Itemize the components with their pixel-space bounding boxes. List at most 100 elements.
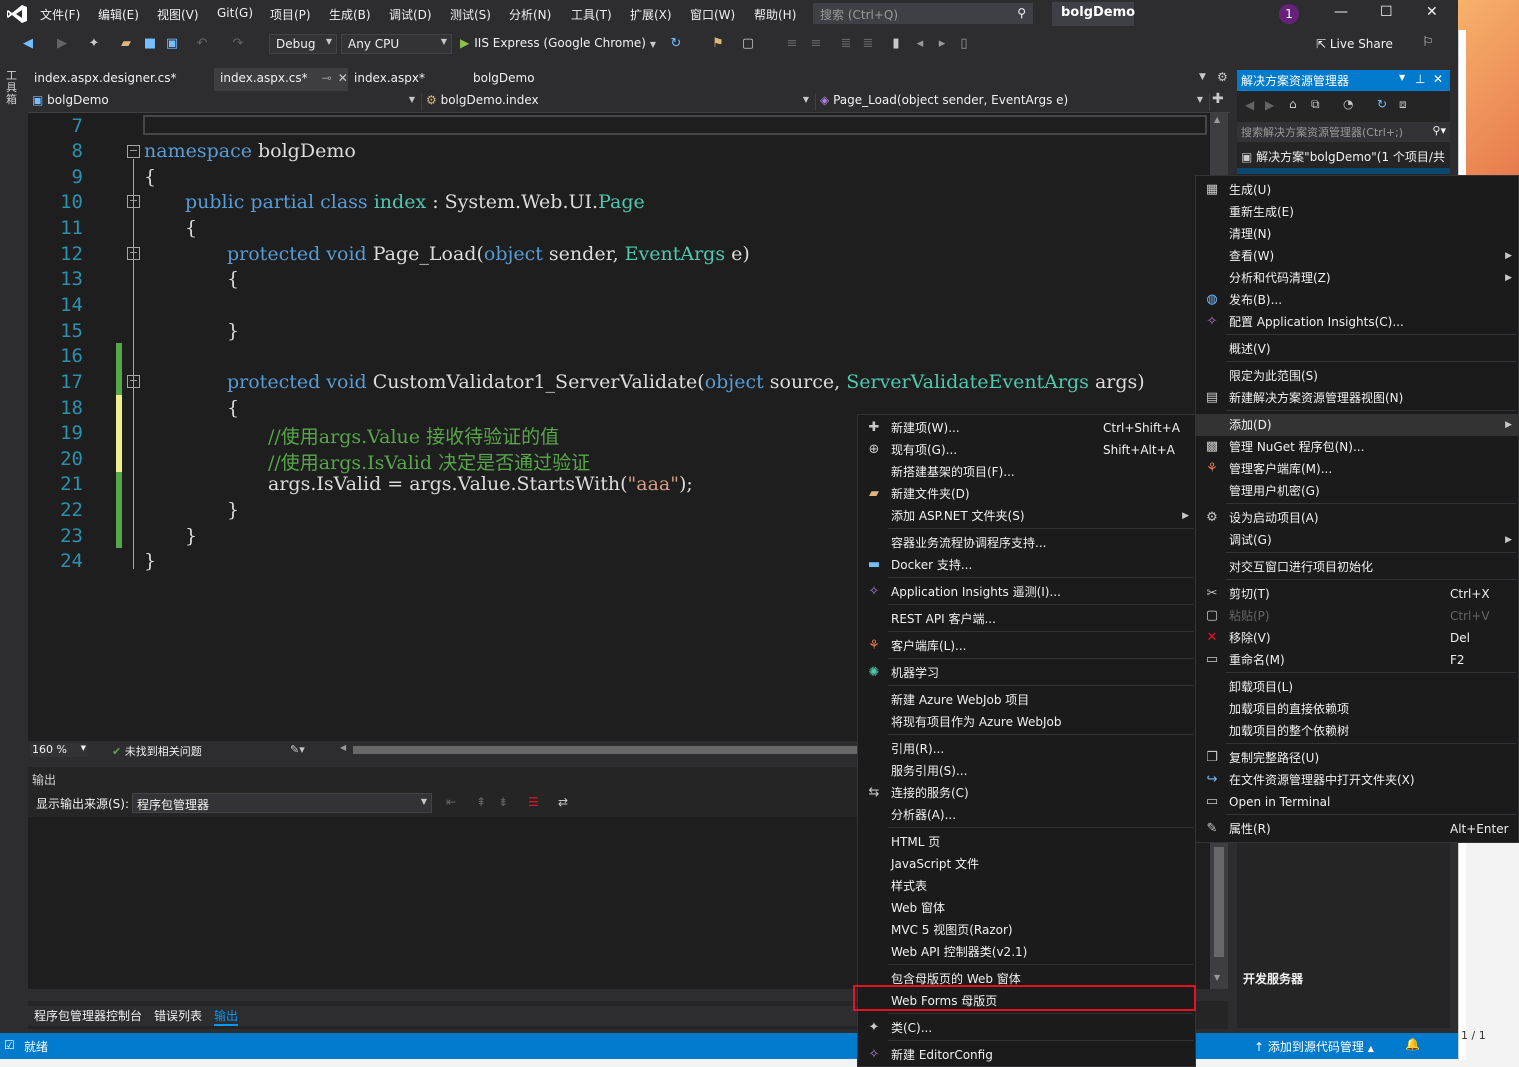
menu-item[interactable]: ▭ 重命名(M) F2	[1196, 649, 1518, 671]
fold-toggle[interactable]: −	[127, 145, 140, 158]
gear-icon[interactable]: ⚙	[1217, 70, 1228, 84]
menu-item[interactable]: 添加(D) ▶	[1196, 414, 1518, 436]
menu-help[interactable]: 帮助(H)	[754, 6, 796, 23]
menu-item[interactable]: Web API 控制器类(v2.1)	[858, 941, 1195, 963]
menu-item[interactable]: ⚘ 管理客户端库(M)...	[1196, 458, 1518, 480]
output-source-dropdown[interactable]: 程序包管理器 ▼	[132, 793, 432, 813]
menu-item[interactable]: ◍ 发布(B)...	[1196, 289, 1518, 311]
next-message-icon[interactable]: ⇟	[498, 795, 508, 809]
tab-package-manager-console[interactable]: 程序包管理器控制台	[34, 1007, 142, 1024]
menu-item[interactable]: 重新生成(E)	[1196, 201, 1518, 223]
menu-item[interactable]: REST API 客户端...	[858, 608, 1195, 630]
menu-item[interactable]: 管理用户机密(G)	[1196, 480, 1518, 502]
bookmark-icon[interactable]: ▮	[888, 36, 904, 52]
tab-aspx[interactable]: index.aspx*	[348, 68, 462, 91]
menu-item[interactable]: 容器业务流程协调程序支持...	[858, 532, 1195, 554]
minimize-icon[interactable]: —	[1334, 4, 1348, 20]
close-tab-icon[interactable]: ✕	[338, 71, 348, 85]
find-message-icon[interactable]: ⇤	[446, 795, 456, 809]
menu-item[interactable]: ▩ 管理 NuGet 程序包(N)...	[1196, 436, 1518, 458]
back-icon[interactable]: ◀	[1245, 98, 1254, 112]
menu-item[interactable]: 加载项目的直接依赖项	[1196, 698, 1518, 720]
menu-item[interactable]: ▰ 新建文件夹(D)	[858, 483, 1195, 505]
new-project-icon[interactable]: ✦	[86, 36, 102, 52]
menu-item[interactable]: ✧ 新建 EditorConfig	[858, 1044, 1195, 1066]
menu-item[interactable]: ▦ 生成(U)	[1196, 179, 1518, 201]
tab-designer[interactable]: index.aspx.designer.cs*	[28, 68, 214, 91]
back-icon[interactable]: ◀	[20, 36, 36, 52]
menu-tools[interactable]: 工具(T)	[571, 6, 612, 23]
menu-item[interactable]: 清理(N)	[1196, 223, 1518, 245]
feedback-icon[interactable]: ⚐	[1420, 35, 1436, 51]
prev-message-icon[interactable]: ⇞	[476, 795, 486, 809]
switch-view-icon[interactable]: ⧉	[1311, 97, 1320, 112]
open-icon[interactable]: ▰	[118, 36, 134, 52]
menu-item[interactable]: ▬ Docker 支持...	[858, 554, 1195, 576]
search-box[interactable]: 搜索 (Ctrl+Q) ⚲	[813, 3, 1033, 24]
menu-item[interactable]: ▭ Open in Terminal	[1196, 791, 1518, 813]
platform-combo[interactable]: Any CPU ▼	[341, 34, 452, 54]
menu-item[interactable]: HTML 页	[858, 831, 1195, 853]
menu-item[interactable]: ✧ Application Insights 遥测(I)...	[858, 581, 1195, 603]
menu-item[interactable]: ✂ 剪切(T) Ctrl+X	[1196, 583, 1518, 605]
outdent-icon[interactable]: ≣	[860, 36, 876, 52]
menu-item[interactable]: 添加 ASP.NET 文件夹(S) ▶	[858, 505, 1195, 527]
menu-item[interactable]: ✦ 类(C)...	[858, 1017, 1195, 1039]
redo-icon[interactable]: ↷	[230, 36, 246, 52]
menu-item[interactable]: ▤ 新建解决方案资源管理器视图(N)	[1196, 387, 1518, 409]
tab-output[interactable]: 输出	[214, 1007, 239, 1026]
menu-item[interactable]: ✚ 新建项(W)... Ctrl+Shift+A	[858, 417, 1195, 439]
menu-view[interactable]: 视图(V)	[157, 6, 199, 23]
solution-search-input[interactable]: 搜索解决方案资源管理器(Ctrl+;) ⚲▾	[1237, 122, 1450, 142]
scroll-up-icon[interactable]: ▲	[1214, 115, 1220, 124]
toolbox-strip[interactable]: 工具箱	[0, 64, 28, 1033]
menu-item[interactable]: Web 窗体	[858, 897, 1195, 919]
bookmark-clear-icon[interactable]: ▯	[956, 36, 972, 52]
menu-window[interactable]: 窗口(W)	[690, 6, 735, 23]
menu-item[interactable]: ⚘ 客户端库(L)...	[858, 635, 1195, 657]
pending-changes-icon[interactable]: ◔	[1343, 97, 1353, 111]
refresh-icon[interactable]: ↻	[668, 36, 684, 52]
menu-item[interactable]: MVC 5 视图页(Razor)	[858, 919, 1195, 941]
menu-file[interactable]: 文件(F)	[40, 6, 80, 23]
menu-item[interactable]: 将现有项目作为 Azure WebJob	[858, 711, 1195, 733]
menu-test[interactable]: 测试(S)	[450, 6, 491, 23]
menu-item[interactable]: 限定为此范围(S)	[1196, 365, 1518, 387]
menu-item[interactable]: 服务引用(S)...	[858, 760, 1195, 782]
align-icon[interactable]: ≡	[784, 36, 800, 52]
menu-item[interactable]: ✕ 移除(V) Del	[1196, 627, 1518, 649]
close-icon[interactable]: ✕	[1426, 4, 1438, 20]
word-wrap-icon[interactable]: ⇄	[558, 795, 568, 809]
pin-icon[interactable]: ⊥	[1415, 72, 1425, 86]
menu-item[interactable]: ❐ 复制完整路径(U)	[1196, 747, 1518, 769]
bookmark-prev-icon[interactable]: ◂	[912, 36, 928, 52]
align-icon[interactable]: ≡	[808, 36, 824, 52]
menu-item[interactable]: ⚙ 设为启动项目(A)	[1196, 507, 1518, 529]
menu-item[interactable]: 加载项目的整个依赖树	[1196, 720, 1518, 742]
tab-code-behind[interactable]: index.aspx.cs* ⊸ ✕	[214, 68, 348, 91]
pin-icon[interactable]: ⊸	[322, 71, 332, 85]
browser-link-icon[interactable]: ⚑	[710, 36, 726, 52]
menu-item[interactable]: ⊕ 现有项(G)... Shift+Alt+A	[858, 439, 1195, 461]
live-share-button[interactable]: ⇱ Live Share	[1316, 37, 1393, 51]
home-icon[interactable]: ⌂	[1289, 97, 1297, 111]
scroll-down-icon[interactable]: ▼	[1214, 973, 1220, 982]
undo-icon[interactable]: ↶	[194, 36, 210, 52]
tab-list-icon[interactable]: ▼	[1199, 72, 1206, 82]
tab-error-list[interactable]: 错误列表	[154, 1007, 202, 1024]
menu-debug[interactable]: 调试(D)	[389, 6, 432, 23]
menu-project[interactable]: 项目(P)	[270, 6, 311, 23]
tab-project[interactable]: bolgDemo	[467, 68, 557, 91]
menu-item[interactable]: ✎ 属性(R) Alt+Enter	[1196, 818, 1518, 840]
menu-item[interactable]: ✧ 配置 Application Insights(C)...	[1196, 311, 1518, 333]
menu-extensions[interactable]: 扩展(X)	[630, 6, 672, 23]
close-icon[interactable]: ✕	[1433, 72, 1443, 86]
issues-indicator[interactable]: ✔ 未找到相关问题	[112, 743, 202, 759]
split-icon[interactable]: ✚	[1212, 91, 1224, 107]
save-all-icon[interactable]: ▣	[164, 36, 180, 52]
project-dropdown[interactable]: ▣ bolgDemo ▼	[32, 93, 422, 111]
menu-item[interactable]: 调试(G) ▶	[1196, 529, 1518, 551]
member-dropdown[interactable]: ◈ Page_Load(object sender, EventArgs e) ▼	[820, 93, 1210, 111]
forward-icon[interactable]: ▶	[1265, 98, 1274, 112]
menu-item[interactable]: 引用(R)...	[858, 738, 1195, 760]
